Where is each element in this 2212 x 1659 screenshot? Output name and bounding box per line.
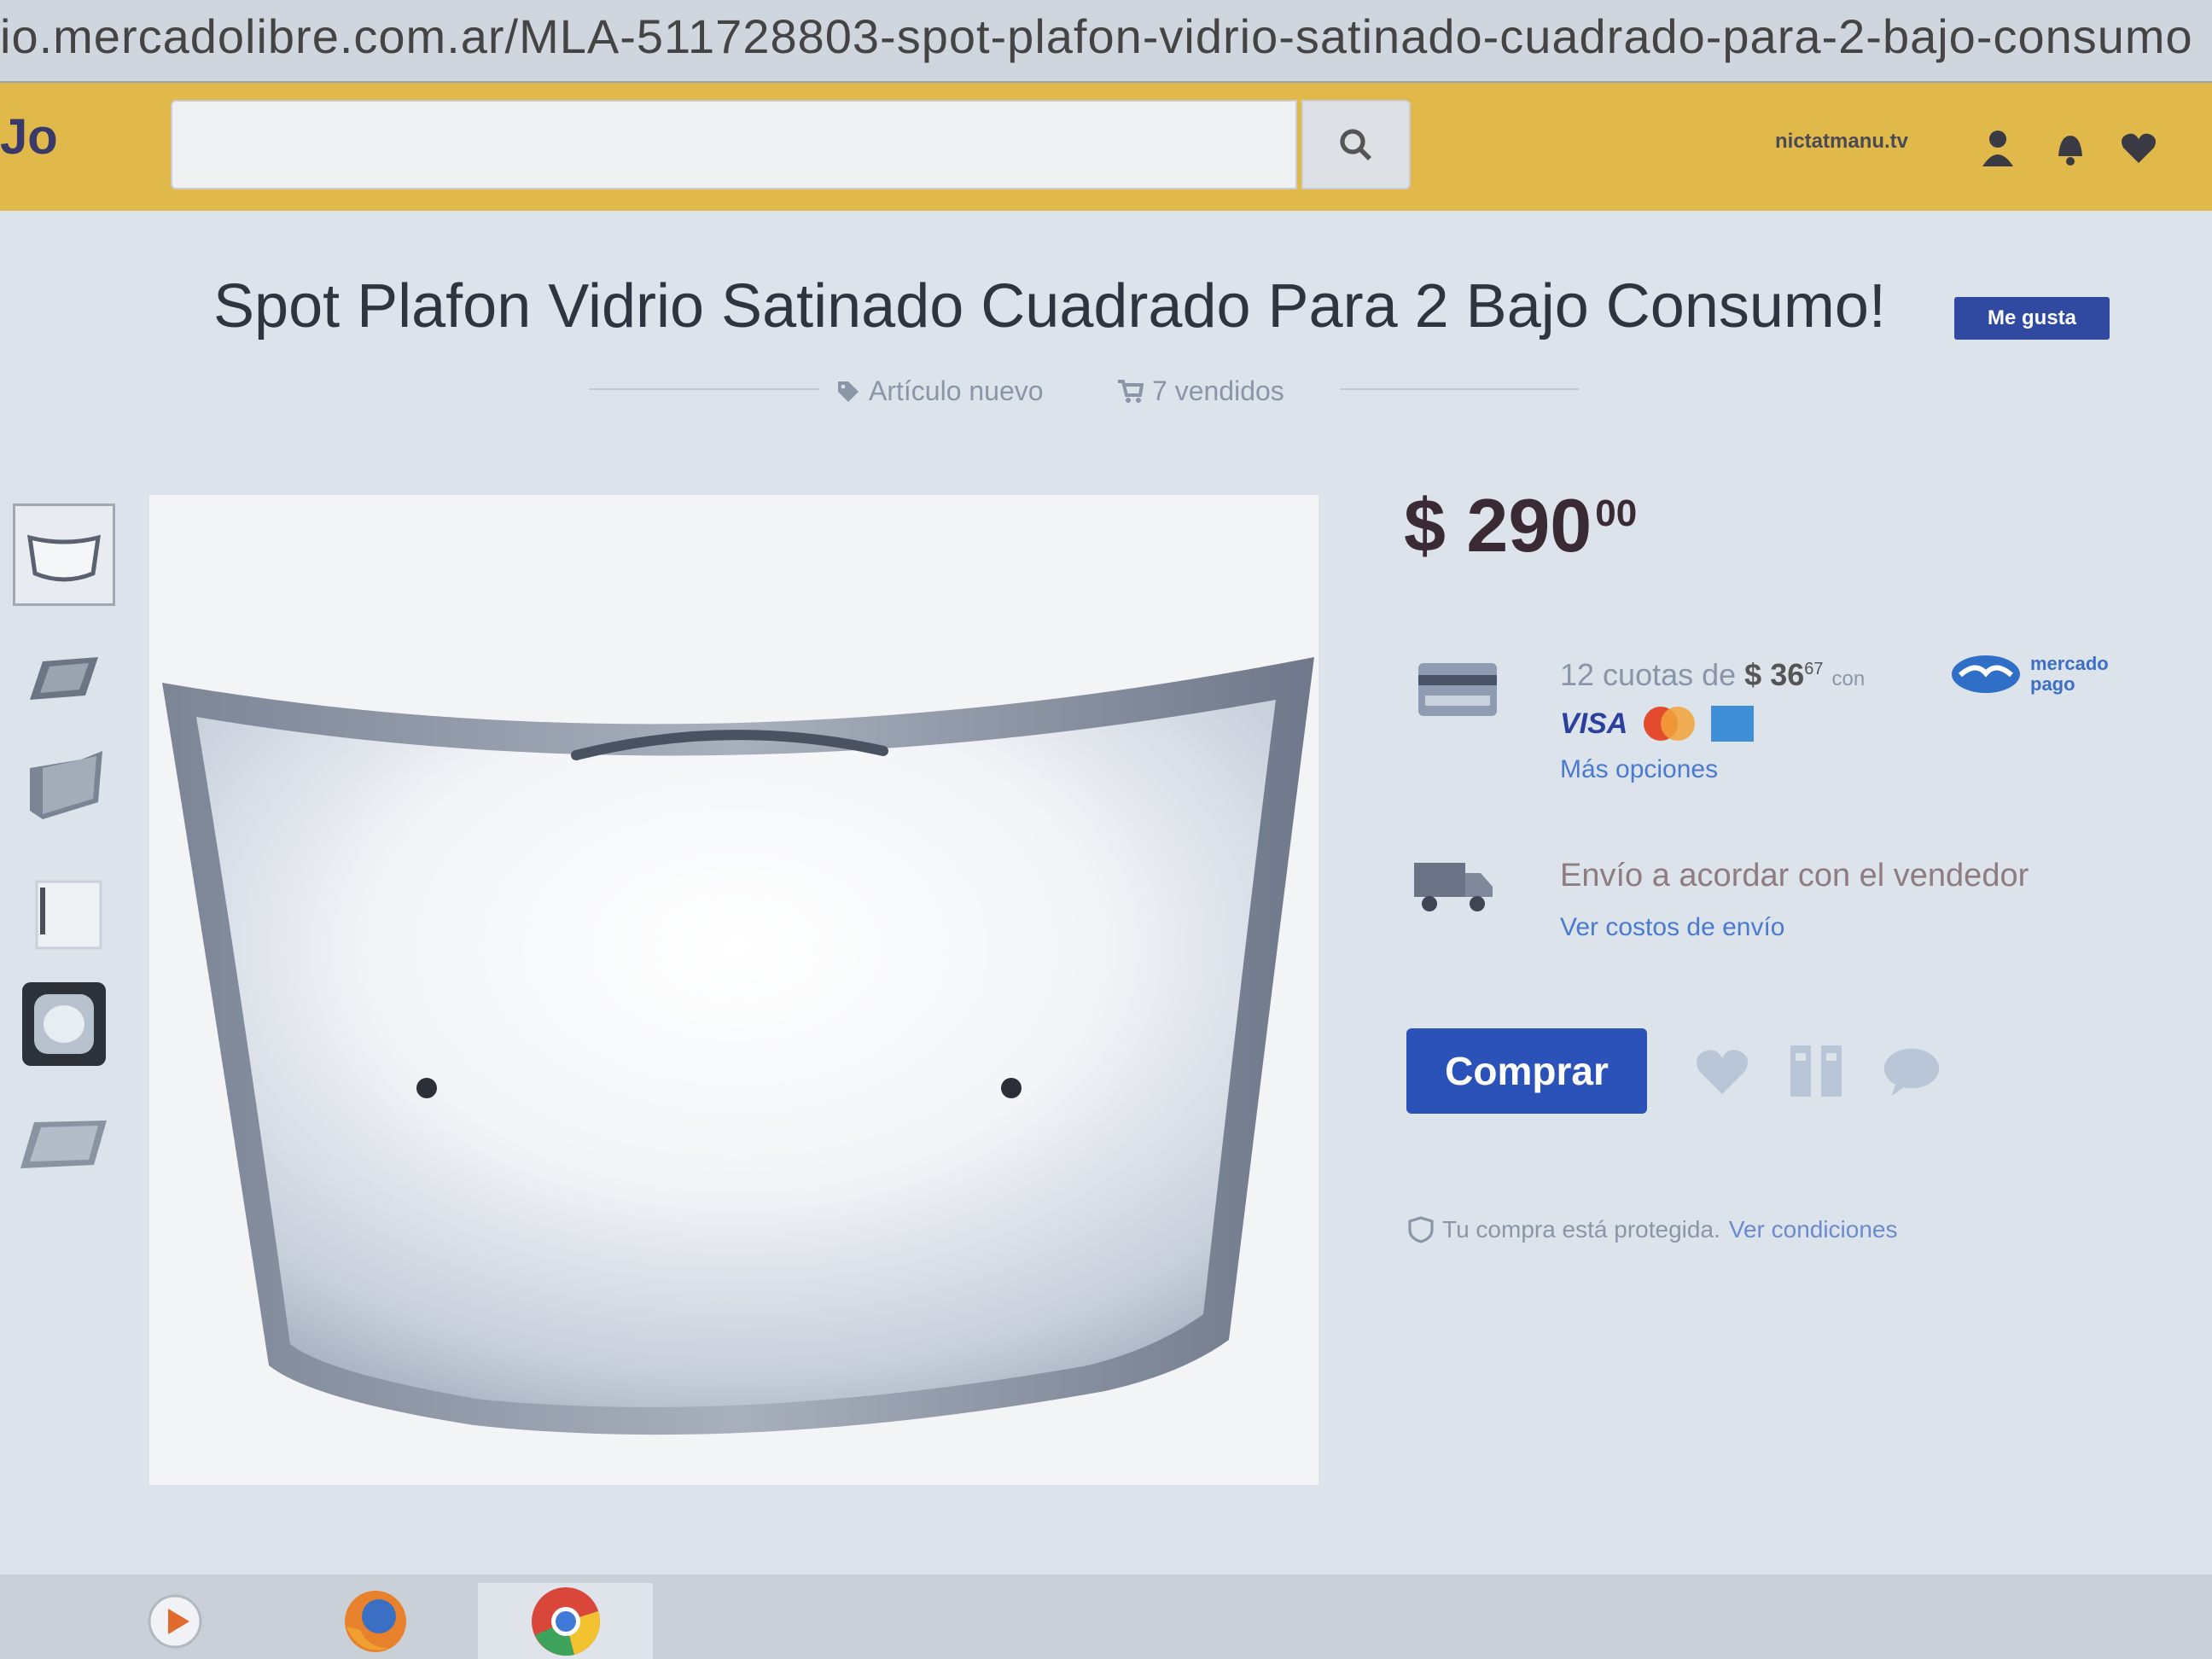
price-cents: 00	[1595, 492, 1638, 534]
amex-icon	[1711, 706, 1755, 742]
search-input[interactable]	[171, 100, 1297, 189]
protection-text: Tu compra está protegida.	[1442, 1216, 1720, 1243]
chrome-taskbar-button[interactable]	[478, 1583, 653, 1659]
thumbnail-4[interactable]	[13, 862, 115, 964]
heart-icon[interactable]	[2116, 125, 2161, 170]
site-header: Jo nictatmanu.tv	[0, 83, 2212, 211]
visa-logo: VISA	[1560, 707, 1628, 740]
price-integer: 290	[1466, 483, 1592, 568]
main-product-image[interactable]	[149, 495, 1318, 1485]
conditions-link[interactable]: Ver condiciones	[1729, 1216, 1898, 1243]
product-title: Spot Plafon Vidrio Satinado Cuadrado Par…	[213, 272, 1886, 341]
installments-suffix: con	[1831, 667, 1866, 690]
installments-cents: 67	[1804, 660, 1824, 678]
plafon-thumbnail-image	[22, 982, 106, 1066]
shield-icon	[1408, 1216, 1434, 1243]
browser-address-bar[interactable]: io.mercadolibre.com.ar/MLA-511728803-spo…	[0, 0, 2212, 83]
thumbnail-1[interactable]	[13, 504, 115, 606]
site-logo[interactable]: Jo	[0, 108, 58, 166]
condition-label: Artículo nuevo	[836, 375, 1044, 407]
thumbnail-2[interactable]	[13, 627, 115, 730]
mercadopago-line1: mercado	[2030, 653, 2109, 674]
installments-amount: $ 36	[1744, 657, 1805, 692]
plafon-thumbnail-image	[20, 1121, 107, 1168]
sold-count: 7 vendidos	[1118, 375, 1284, 407]
plafon-image	[162, 657, 1314, 1435]
thumbnail-6[interactable]	[13, 1092, 115, 1195]
condition-text: Artículo nuevo	[869, 375, 1044, 406]
like-badge[interactable]: Me gusta	[1954, 297, 2110, 340]
handshake-icon	[1952, 655, 2020, 693]
mastercard-icon	[1644, 707, 1696, 741]
divider	[589, 388, 819, 390]
price-currency: $	[1404, 483, 1446, 568]
thumbnail-3[interactable]	[13, 734, 115, 836]
truck-icon	[1412, 858, 1498, 918]
tag-icon	[838, 381, 859, 402]
product-meta: Artículo nuevo 7 vendidos	[589, 375, 1579, 406]
user-icon[interactable]	[1976, 125, 2020, 170]
divider	[1340, 388, 1579, 390]
installments-prefix: 12 cuotas de	[1560, 657, 1737, 692]
sold-text: 7 vendidos	[1152, 375, 1284, 406]
plafon-thumbnail-image	[35, 880, 102, 950]
purchase-protection: Tu compra está protegida. Ver condicione…	[1408, 1216, 1898, 1243]
compare-icon[interactable]	[1782, 1037, 1850, 1105]
search-button[interactable]	[1301, 100, 1411, 189]
more-options-link[interactable]: Más opciones	[1560, 755, 1718, 784]
favorite-icon[interactable]	[1688, 1037, 1756, 1105]
credit-card-icon	[1417, 661, 1499, 722]
chrome-icon	[531, 1586, 600, 1656]
question-icon[interactable]	[1877, 1037, 1946, 1105]
user-name[interactable]: nictatmanu.tv	[1775, 130, 1908, 154]
media-player-icon[interactable]	[128, 1583, 222, 1659]
plafon-thumbnail-image	[30, 751, 102, 819]
mercadopago-line2: pago	[2030, 673, 2075, 695]
buy-button[interactable]: Comprar	[1406, 1028, 1647, 1114]
price: $ 29000	[1404, 482, 1637, 569]
bell-icon[interactable]	[2048, 125, 2093, 170]
search-icon	[1340, 128, 1371, 160]
thumbnail-5[interactable]	[13, 973, 115, 1075]
firefox-icon[interactable]	[329, 1583, 422, 1659]
plafon-thumbnail-image	[26, 534, 102, 582]
cart-icon	[1118, 379, 1144, 403]
payment-logos: VISA	[1560, 705, 1755, 742]
installments-text: 12 cuotas de $ 3667 con	[1560, 657, 1865, 693]
shipping-costs-link[interactable]: Ver costos de envío	[1560, 913, 1785, 942]
mercadopago-logo: mercado pago	[1950, 653, 2109, 696]
plafon-thumbnail-image	[30, 657, 98, 700]
url-text[interactable]: io.mercadolibre.com.ar/MLA-511728803-spo…	[0, 9, 2193, 64]
shipping-text: Envío a acordar con el vendedor	[1560, 858, 2029, 894]
